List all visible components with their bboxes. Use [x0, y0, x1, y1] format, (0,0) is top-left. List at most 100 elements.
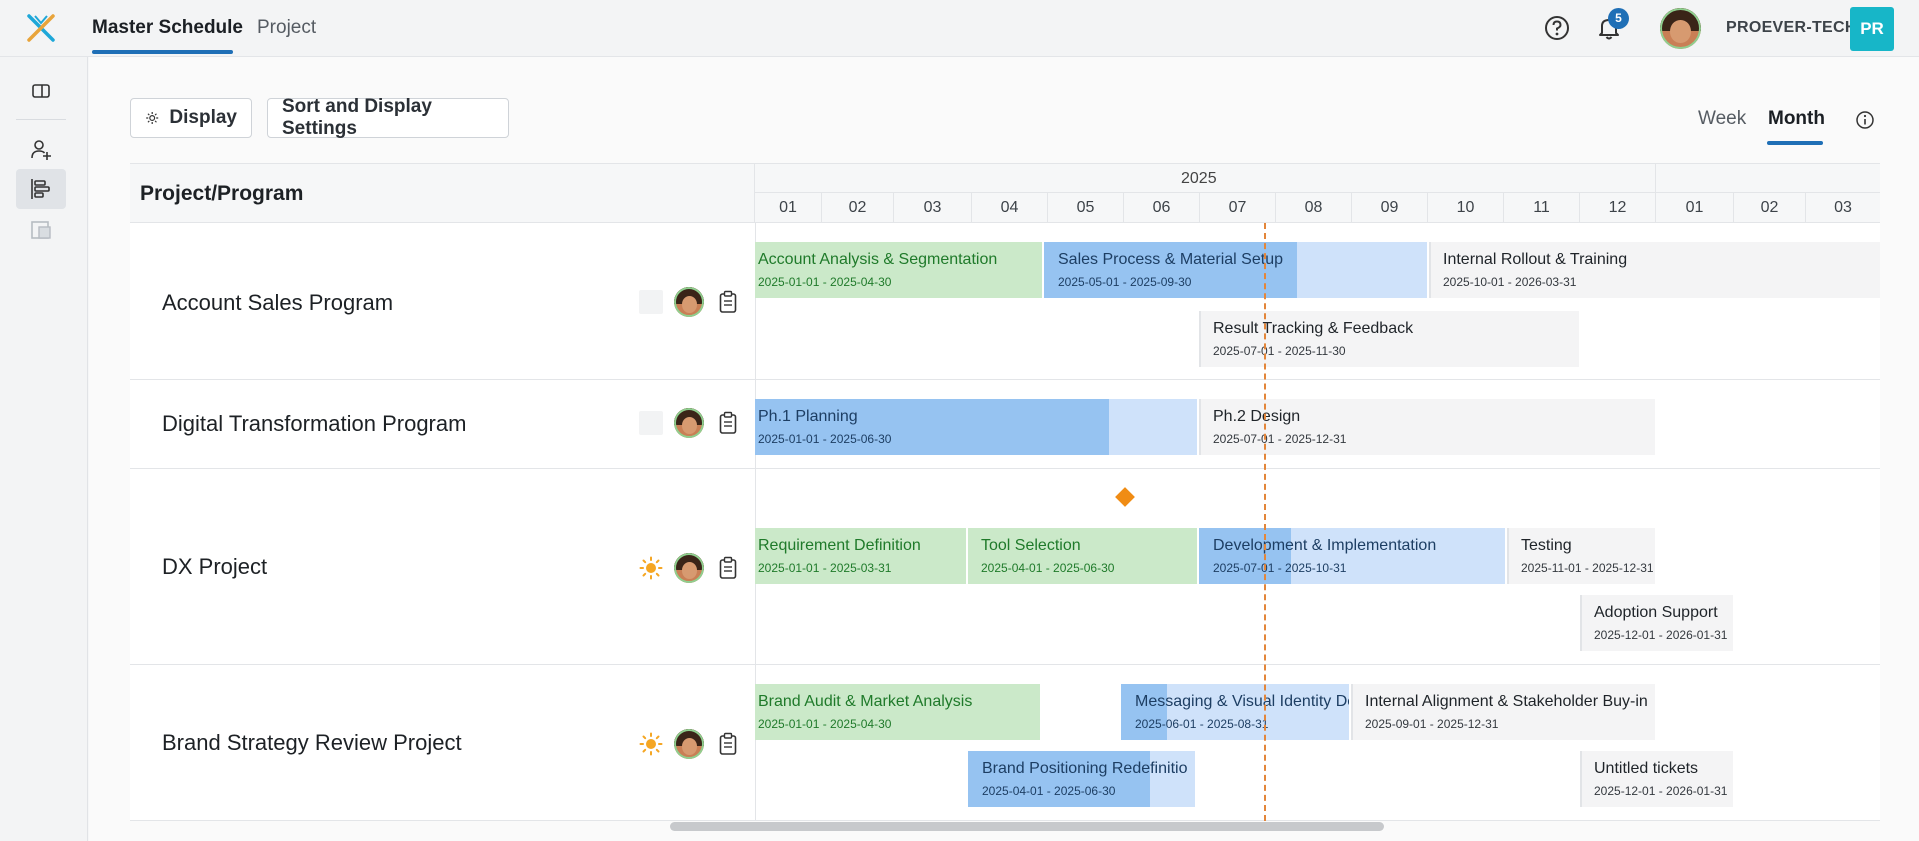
task-bar[interactable]: Messaging & Visual Identity De 2025-06-0…	[1121, 684, 1349, 740]
status-placeholder	[639, 290, 663, 314]
month-column-header: 11	[1503, 193, 1579, 223]
clipboard-icon[interactable]	[718, 732, 738, 756]
task-title: Messaging & Visual Identity De	[1135, 693, 1349, 710]
task-dates: 2025-11-01 - 2025-12-31	[1521, 561, 1654, 575]
task-dates: 2025-07-01 - 2025-12-31	[1213, 432, 1347, 446]
month-column-header: 01	[1655, 193, 1733, 223]
panel-toggle-icon	[32, 84, 50, 98]
panel-toggle-button[interactable]	[16, 71, 66, 111]
task-bar[interactable]: Account Analysis & Segmentation 2025-01-…	[755, 242, 1042, 298]
row-divider	[130, 820, 1880, 821]
month-column-header: 01	[779, 199, 797, 216]
owner-avatar[interactable]	[674, 287, 704, 317]
task-bar[interactable]: Sales Process & Material Setup 2025-05-0…	[1044, 242, 1427, 298]
month-column-header: 06	[1123, 193, 1199, 223]
project-row-name[interactable]: Digital Transformation Program	[162, 411, 466, 437]
task-title: Sales Process & Material Setup	[1058, 251, 1283, 268]
sun-weather-icon[interactable]	[639, 732, 663, 756]
owner-avatar[interactable]	[674, 408, 704, 438]
info-icon[interactable]	[1855, 110, 1875, 130]
left-rail	[0, 57, 88, 841]
view-month-tab[interactable]: Month	[1768, 108, 1825, 130]
task-bar[interactable]: Tool Selection 2025-04-01 - 2025-06-30	[968, 528, 1197, 584]
clipboard-icon[interactable]	[718, 556, 738, 580]
task-title: Internal Rollout & Training	[1443, 251, 1628, 268]
task-dates: 2025-01-01 - 2025-06-30	[758, 432, 892, 446]
task-dates: 2025-09-01 - 2025-12-31	[1365, 717, 1499, 731]
sort-display-settings-button[interactable]: Sort and Display Settings	[267, 96, 509, 139]
add-person-icon	[31, 140, 51, 160]
task-dates: 2025-05-01 - 2025-09-30	[1058, 275, 1192, 289]
app-logo-icon[interactable]	[26, 13, 56, 43]
task-dates: 2025-07-01 - 2025-11-30	[1213, 344, 1346, 358]
task-bar[interactable]: Requirement Definition 2025-01-01 - 2025…	[755, 528, 966, 584]
year-label: 2025	[1181, 170, 1217, 187]
tab-project[interactable]: Project	[257, 17, 316, 39]
owner-avatar[interactable]	[674, 729, 704, 759]
owner-avatar[interactable]	[674, 553, 704, 583]
gantt-view-button[interactable]	[16, 169, 66, 209]
task-dates: 2025-12-01 - 2026-01-31	[1594, 784, 1728, 798]
today-indicator-line	[1264, 223, 1266, 821]
active-tab-indicator	[92, 50, 233, 54]
task-bar[interactable]: Brand Positioning Redefinitio 2025-04-01…	[968, 751, 1195, 807]
year-boundary	[1655, 164, 1656, 193]
add-member-button[interactable]	[16, 130, 66, 170]
task-dates: 2025-01-01 - 2025-04-30	[758, 717, 892, 731]
row-divider	[130, 379, 1880, 380]
gantt-view-icon	[31, 179, 50, 199]
month-column-header: 12	[1579, 193, 1655, 223]
task-title: Development & Implementation	[1213, 537, 1437, 554]
help-icon[interactable]	[1543, 14, 1571, 42]
view-week-tab[interactable]: Week	[1698, 108, 1746, 130]
project-row-name[interactable]: DX Project	[162, 554, 267, 580]
organization-badge[interactable]: PR	[1850, 7, 1894, 51]
project-row-name[interactable]: Brand Strategy Review Project	[162, 730, 462, 756]
project-program-header: Project/Program	[140, 182, 304, 205]
clipboard-icon[interactable]	[718, 411, 738, 435]
month-column-header: 02	[821, 193, 893, 223]
task-bar[interactable]: Adoption Support 2025-12-01 - 2026-01-31	[1580, 595, 1733, 651]
notification-count-badge: 5	[1608, 8, 1629, 29]
project-row-name[interactable]: Account Sales Program	[162, 290, 393, 316]
user-avatar[interactable]	[1660, 8, 1701, 49]
grid-column-header: Project/Program	[130, 164, 755, 223]
clipboard-icon[interactable]	[718, 290, 738, 314]
task-title: Internal Alignment & Stakeholder Buy-in	[1365, 693, 1648, 710]
timeline-header: 2025 01 02 03 04 05 06 07 08 09 10 11 12 01 02 03	[755, 164, 1880, 223]
task-title: Adoption Support	[1594, 604, 1718, 621]
task-bar[interactable]: Internal Alignment & Stakeholder Buy-in …	[1351, 684, 1655, 740]
view-tab-indicator	[1767, 141, 1823, 145]
task-bar[interactable]: Development & Implementation 2025-07-01 …	[1199, 528, 1505, 584]
display-button-label: Display	[169, 107, 237, 128]
top-bar: Master Schedule Project 5 PROEVER-TECH P…	[0, 0, 1919, 57]
tab-master-schedule[interactable]: Master Schedule	[92, 17, 243, 39]
status-placeholder	[639, 411, 663, 435]
task-dates: 2025-06-01 - 2025-08-31	[1135, 717, 1269, 731]
horizontal-scrollbar[interactable]	[670, 822, 1384, 831]
task-bar[interactable]: Brand Audit & Market Analysis 2025-01-01…	[755, 684, 1040, 740]
month-column-header: 09	[1351, 193, 1427, 223]
display-button[interactable]: Display	[130, 98, 252, 138]
task-bar[interactable]: Testing 2025-11-01 - 2025-12-31	[1507, 528, 1655, 584]
task-bar[interactable]: Internal Rollout & Training 2025-10-01 -…	[1429, 242, 1880, 298]
task-title: Requirement Definition	[758, 537, 921, 554]
grid-view-button[interactable]	[16, 209, 66, 249]
task-title: Tool Selection	[981, 537, 1081, 554]
milestone-marker[interactable]	[1115, 487, 1135, 507]
sun-weather-icon[interactable]	[639, 556, 663, 580]
organization-name: PROEVER-TECH	[1726, 19, 1857, 36]
task-dates: 2025-12-01 - 2026-01-31	[1594, 628, 1728, 642]
month-column-header: 05	[1047, 193, 1123, 223]
task-title: Brand Audit & Market Analysis	[758, 693, 973, 710]
task-bar[interactable]: Ph.1 Planning 2025-01-01 - 2025-06-30	[755, 399, 1197, 455]
task-bar[interactable]: Untitled tickets 2025-12-01 - 2026-01-31	[1580, 751, 1733, 807]
task-dates: 2025-07-01 - 2025-10-31	[1213, 561, 1347, 575]
gear-icon	[146, 111, 159, 125]
task-title: Brand Positioning Redefinitio	[982, 760, 1188, 777]
month-column-header: 02	[1733, 193, 1805, 223]
task-bar[interactable]: Ph.2 Design 2025-07-01 - 2025-12-31	[1199, 399, 1655, 455]
task-title: Untitled tickets	[1594, 760, 1699, 777]
task-dates: 2025-01-01 - 2025-04-30	[758, 275, 892, 289]
task-bar[interactable]: Result Tracking & Feedback 2025-07-01 - …	[1199, 311, 1579, 367]
